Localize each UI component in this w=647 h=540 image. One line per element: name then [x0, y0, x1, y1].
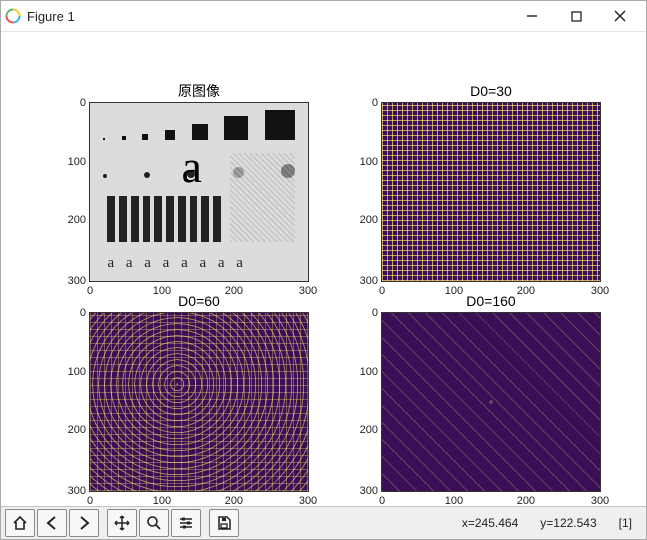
ytick: 200: [352, 214, 378, 226]
ytick: 100: [60, 156, 86, 168]
subplot-title: D0=60: [89, 292, 309, 310]
titlebar: Figure 1: [1, 1, 646, 32]
save-button[interactable]: [209, 509, 239, 537]
status-y-value: 122.543: [553, 516, 596, 530]
save-icon: [216, 515, 232, 531]
subplot-image-d0-30: 0 100 200 300 0 100 200 300: [381, 102, 601, 282]
configure-button[interactable]: [171, 509, 201, 537]
window-title: Figure 1: [27, 9, 510, 24]
xtick: 100: [445, 495, 463, 507]
forward-button[interactable]: [69, 509, 99, 537]
ytick: 300: [60, 275, 86, 287]
xtick: 0: [87, 495, 93, 507]
ytick: 300: [352, 275, 378, 287]
pan-button[interactable]: [107, 509, 137, 537]
xtick: 200: [225, 495, 243, 507]
xtick: 0: [379, 495, 385, 507]
subplot-d0-60: D0=60 0 100 200 300 0 100 200 300: [89, 294, 309, 492]
app-icon: [5, 8, 21, 24]
ytick: 200: [60, 214, 86, 226]
subplot-title: D0=30: [381, 82, 601, 100]
zoom-button[interactable]: [139, 509, 169, 537]
test-vertical-bars: [107, 196, 220, 242]
ytick: 100: [352, 366, 378, 378]
xtick: 200: [517, 495, 535, 507]
ytick: 100: [352, 156, 378, 168]
ytick: 100: [60, 366, 86, 378]
ytick: 300: [60, 485, 86, 497]
test-squares-row: [103, 112, 295, 140]
subplot-image-d0-160: 0 100 200 300 0 100 200 300: [381, 312, 601, 492]
subplot-original: 原图像 a: [89, 82, 309, 282]
test-letter-row: a a a a a a a a: [107, 255, 290, 272]
sliders-icon: [178, 515, 194, 531]
subplot-image-original: a a a a a a a a a 0 100 200 300 0 100 20…: [89, 102, 309, 282]
status-y-label: y=: [540, 516, 553, 530]
ytick: 200: [60, 424, 86, 436]
test-letter-a: a: [182, 140, 202, 193]
figure-window: Figure 1 原图像: [0, 0, 647, 540]
ytick: 0: [60, 307, 86, 319]
statusbar: x=245.464 y=122.543 [1]: [462, 516, 642, 530]
ytick: 0: [352, 307, 378, 319]
subplot-d0-160: D0=160 0 100 200 300 0 100 200 300: [381, 294, 601, 492]
test-texture-patch: [230, 153, 295, 242]
status-y: y=122.543: [540, 516, 596, 530]
xtick: 300: [299, 495, 317, 507]
subplot-d0-30: D0=30 0 100 200 300 0 100 200 300: [381, 82, 601, 282]
nav-toolbar: x=245.464 y=122.543 [1]: [1, 506, 646, 539]
ytick: 300: [352, 485, 378, 497]
ytick: 0: [352, 97, 378, 109]
arrow-right-icon: [76, 515, 92, 531]
back-button[interactable]: [37, 509, 67, 537]
subplot-image-d0-60: 0 100 200 300 0 100 200 300: [89, 312, 309, 492]
close-button[interactable]: [598, 1, 642, 31]
maximize-button[interactable]: [554, 1, 598, 31]
subplot-title: D0=160: [381, 292, 601, 310]
ytick: 200: [352, 424, 378, 436]
status-x-value: 245.464: [475, 516, 518, 530]
figure-canvas[interactable]: 原图像 a: [1, 32, 646, 506]
home-icon: [12, 515, 28, 531]
status-x: x=245.464: [462, 516, 518, 530]
status-x-label: x=: [462, 516, 475, 530]
arrow-left-icon: [44, 515, 60, 531]
home-button[interactable]: [5, 509, 35, 537]
xtick: 100: [153, 495, 171, 507]
subplot-title: 原图像: [89, 82, 309, 100]
ytick: 0: [60, 97, 86, 109]
move-icon: [114, 515, 130, 531]
status-extra: [1]: [619, 516, 632, 530]
xtick: 300: [591, 495, 609, 507]
minimize-button[interactable]: [510, 1, 554, 31]
zoom-icon: [146, 515, 162, 531]
